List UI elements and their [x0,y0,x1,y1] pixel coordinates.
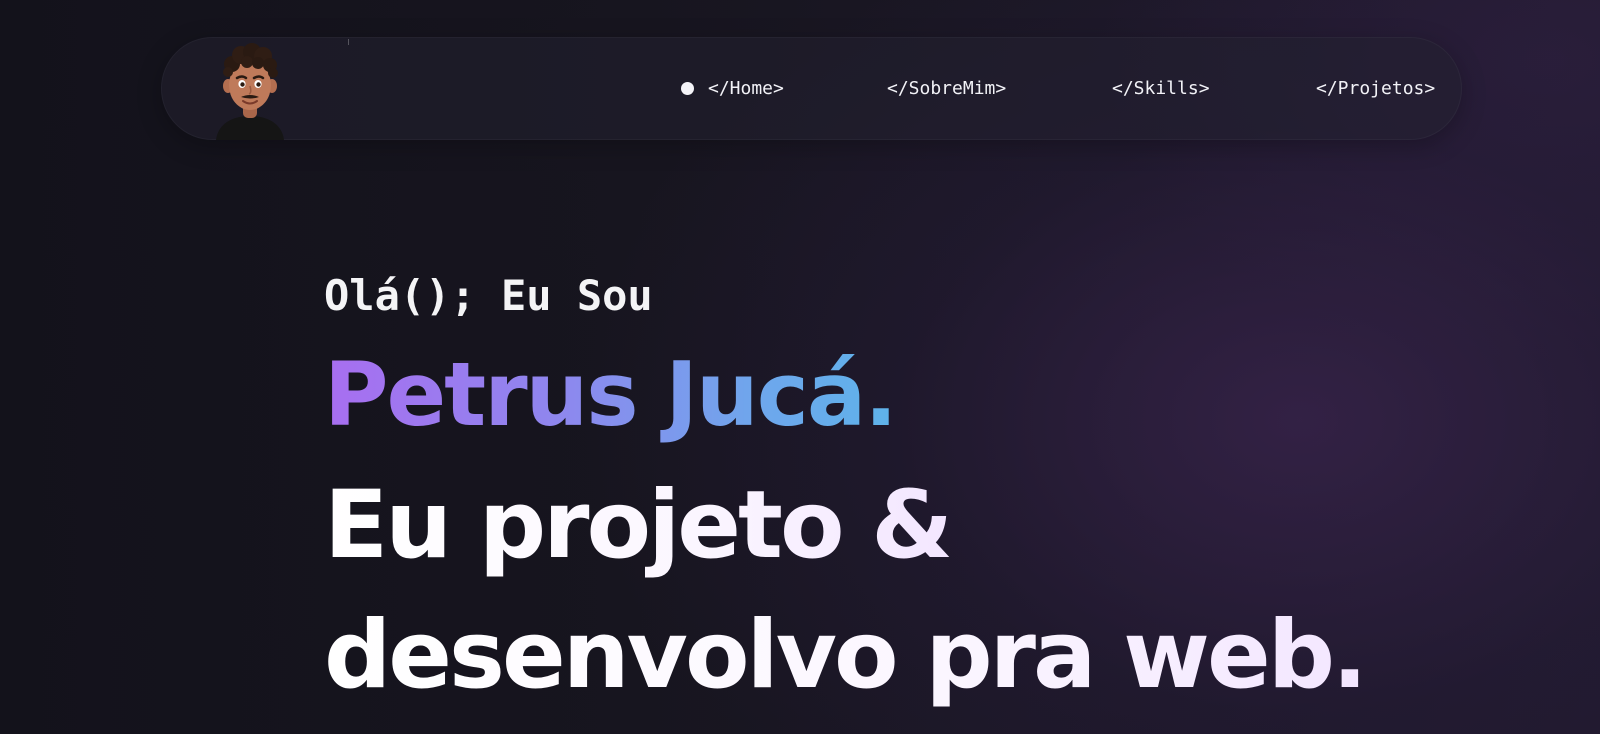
top-navbar [161,37,1462,140]
avatar-illustration [216,43,284,140]
hero-greeting: Olá(); Eu Sou [324,271,653,320]
nav-link-sobre-mim[interactable]: </SobreMim> [887,78,1006,100]
hero-name: Petrus Jucá. [324,340,898,450]
hero-headline-line-1: Eu projeto & [324,466,953,586]
nav-link-projetos[interactable]: </Projetos> [1316,78,1435,100]
nav-link-home[interactable]: </Home> [708,78,784,100]
nav-divider [348,39,349,45]
nav-link-skills[interactable]: </Skills> [1112,78,1210,100]
active-indicator-dot [681,82,694,95]
hero-headline-line-2: desenvolvo pra web. [324,596,1368,716]
avatar[interactable] [214,38,286,140]
